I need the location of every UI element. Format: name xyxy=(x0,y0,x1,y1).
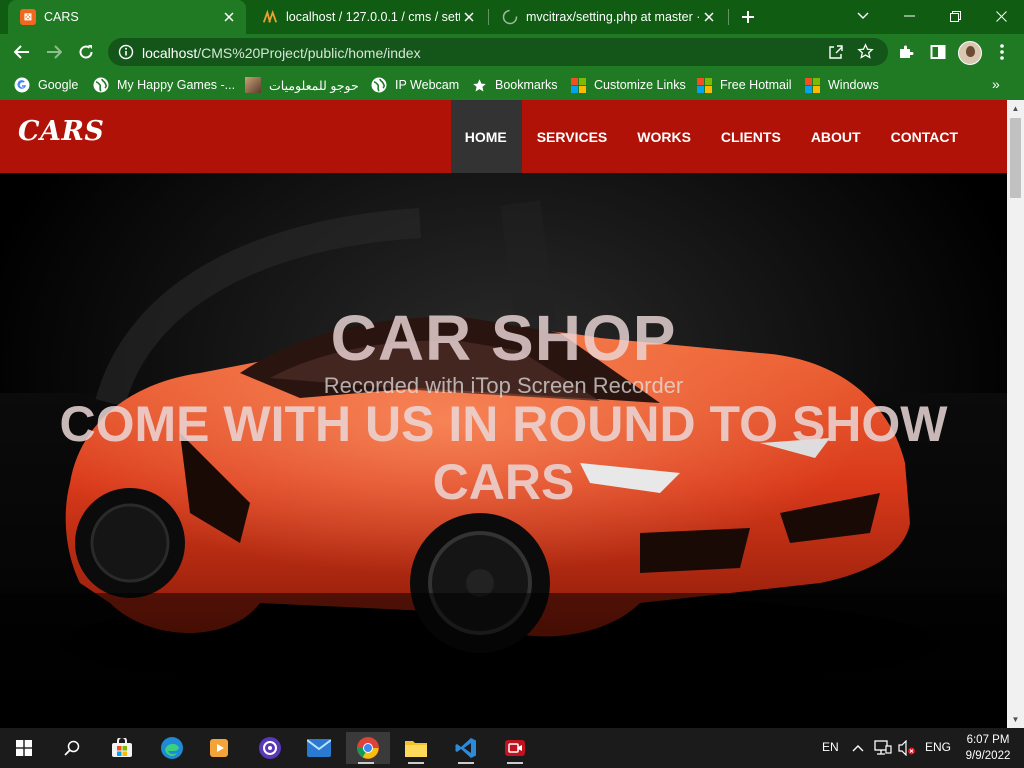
bookmarks-bar: Google My Happy Games -... حوجو للمعلومي… xyxy=(0,70,1024,100)
recorder-watermark: Recorded with iTop Screen Recorder xyxy=(323,373,684,398)
screen-recorder-icon[interactable] xyxy=(495,732,535,764)
nav-works[interactable]: WORKS xyxy=(622,100,706,173)
windows-icon xyxy=(696,77,712,93)
forward-button[interactable] xyxy=(40,38,68,66)
page-scrollbar[interactable]: ▲ ▼ xyxy=(1007,100,1024,728)
bookmark-arabic-site[interactable]: حوجو للمعلوميات xyxy=(245,75,359,95)
windows-icon xyxy=(804,77,820,93)
browser-toolbar: localhost/CMS%20Project/public/home/inde… xyxy=(0,34,1024,70)
media-player-icon[interactable] xyxy=(200,732,240,764)
bookmark-happy-games[interactable]: My Happy Games -... xyxy=(93,75,235,95)
back-button[interactable] xyxy=(8,38,36,66)
scrollbar-thumb[interactable] xyxy=(1010,118,1021,198)
tab-cars[interactable]: ⊠ CARS xyxy=(8,0,246,34)
system-clock[interactable]: 6:07 PM 9/9/2022 xyxy=(958,732,1018,764)
mail-icon[interactable] xyxy=(299,732,339,764)
bookmark-windows[interactable]: Windows xyxy=(804,75,879,95)
site-navbar: CARS HOME SERVICES WORKS CLIENTS ABOUT C… xyxy=(0,100,1007,173)
star-icon xyxy=(471,77,487,93)
restore-button[interactable] xyxy=(932,0,978,32)
nav-clients[interactable]: CLIENTS xyxy=(706,100,796,173)
bookmarks-overflow-button[interactable]: » xyxy=(992,76,1000,92)
bookmark-label: Google xyxy=(38,78,79,92)
nav-home[interactable]: HOME xyxy=(450,100,522,173)
github-icon xyxy=(502,9,518,25)
share-icon[interactable] xyxy=(828,44,844,65)
chevron-up-icon[interactable] xyxy=(848,732,868,764)
bookmark-google[interactable]: Google xyxy=(14,75,78,95)
bookmark-label: IP Webcam xyxy=(395,78,460,92)
close-icon[interactable] xyxy=(220,8,238,26)
phpmyadmin-icon xyxy=(262,9,278,25)
nav-about[interactable]: ABOUT xyxy=(796,100,876,173)
extensions-icon[interactable] xyxy=(892,38,920,66)
close-icon[interactable] xyxy=(700,8,718,26)
bookmark-label: Free Hotmail xyxy=(720,78,792,92)
site-thumbnail-icon xyxy=(245,77,261,93)
start-icon[interactable] xyxy=(4,732,44,764)
address-bar[interactable]: localhost/CMS%20Project/public/home/inde… xyxy=(108,38,888,66)
close-icon[interactable] xyxy=(460,8,478,26)
vscode-icon[interactable] xyxy=(446,732,486,764)
url-text: localhost/CMS%20Project/public/home/inde… xyxy=(142,45,421,61)
bookmark-label: Windows xyxy=(828,78,879,92)
globe-icon xyxy=(93,77,109,93)
windows-taskbar: EN ENG 6:07 PM 9/9/2022 xyxy=(0,728,1024,768)
bookmark-label: My Happy Games -... xyxy=(117,78,236,92)
new-tab-button[interactable] xyxy=(736,5,760,29)
close-window-button[interactable] xyxy=(978,0,1024,32)
globe-icon xyxy=(371,77,387,93)
page-viewport: CARS HOME SERVICES WORKS CLIENTS ABOUT C… xyxy=(0,100,1007,728)
google-icon xyxy=(14,77,30,93)
tab-title: mvcitrax/setting.php at master · c xyxy=(526,10,700,24)
menu-kebab-icon[interactable] xyxy=(988,38,1016,66)
hero-subtitle: COME WITH US IN ROUND TO SHOW CARS xyxy=(59,396,948,510)
tab-title: localhost / 127.0.0.1 / cms / settin xyxy=(286,10,460,24)
xampp-icon: ⊠ xyxy=(20,9,36,25)
url-host: localhost xyxy=(142,45,198,61)
store-icon[interactable] xyxy=(102,732,142,764)
windows-icon xyxy=(570,77,586,93)
bookmark-label: Bookmarks xyxy=(495,78,558,92)
bookmark-free-hotmail[interactable]: Free Hotmail xyxy=(696,75,792,95)
tab-phpmyadmin[interactable]: localhost / 127.0.0.1 / cms / settin xyxy=(250,0,486,34)
bookmark-label: حوجو للمعلوميات xyxy=(269,78,359,93)
tab-strip: ⊠ CARS localhost / 127.0.0.1 / cms / set… xyxy=(0,0,1024,34)
edge-icon[interactable] xyxy=(152,732,192,764)
reload-button[interactable] xyxy=(72,38,100,66)
tab-search-button[interactable] xyxy=(840,0,886,32)
clock-time: 6:07 PM xyxy=(966,734,1010,746)
bookmark-label: Customize Links xyxy=(594,78,686,92)
tab-github[interactable]: mvcitrax/setting.php at master · c xyxy=(490,0,726,34)
hero-section: CAR SHOP COME WITH US IN ROUND TO SHOW C… xyxy=(0,173,1007,728)
bookmark-bookmarks[interactable]: Bookmarks xyxy=(471,75,558,95)
profile-avatar[interactable] xyxy=(958,41,982,65)
side-panel-icon[interactable] xyxy=(924,38,952,66)
search-icon[interactable] xyxy=(52,732,92,764)
input-language-indicator[interactable]: EN xyxy=(822,740,839,754)
tab-separator xyxy=(728,9,729,25)
chrome-icon[interactable] xyxy=(346,732,390,764)
url-path: /CMS%20Project/public/home/index xyxy=(197,45,421,61)
tab-title: CARS xyxy=(44,10,79,24)
clock-date: 9/9/2022 xyxy=(965,750,1011,762)
site-info-icon[interactable] xyxy=(118,44,134,65)
site-logo[interactable]: CARS xyxy=(18,116,104,147)
bookmark-star-icon[interactable] xyxy=(857,43,874,65)
volume-muted-icon[interactable] xyxy=(896,732,918,764)
keyboard-layout-indicator[interactable]: ENG xyxy=(925,740,951,754)
site-menu: HOME SERVICES WORKS CLIENTS ABOUT CONTAC… xyxy=(450,100,973,173)
scroll-down-arrow-icon[interactable]: ▼ xyxy=(1007,711,1024,728)
network-icon[interactable] xyxy=(872,732,894,764)
app-icon[interactable] xyxy=(250,732,290,764)
nav-services[interactable]: SERVICES xyxy=(522,100,623,173)
hero-title: CAR SHOP xyxy=(330,302,677,374)
minimize-button[interactable] xyxy=(886,0,932,32)
tab-separator xyxy=(488,9,489,25)
nav-contact[interactable]: CONTACT xyxy=(876,100,973,173)
bookmark-ip-webcam[interactable]: IP Webcam xyxy=(371,75,459,95)
file-explorer-icon[interactable] xyxy=(396,732,436,764)
scroll-up-arrow-icon[interactable]: ▲ xyxy=(1007,100,1024,117)
bookmark-customize-links[interactable]: Customize Links xyxy=(570,75,686,95)
